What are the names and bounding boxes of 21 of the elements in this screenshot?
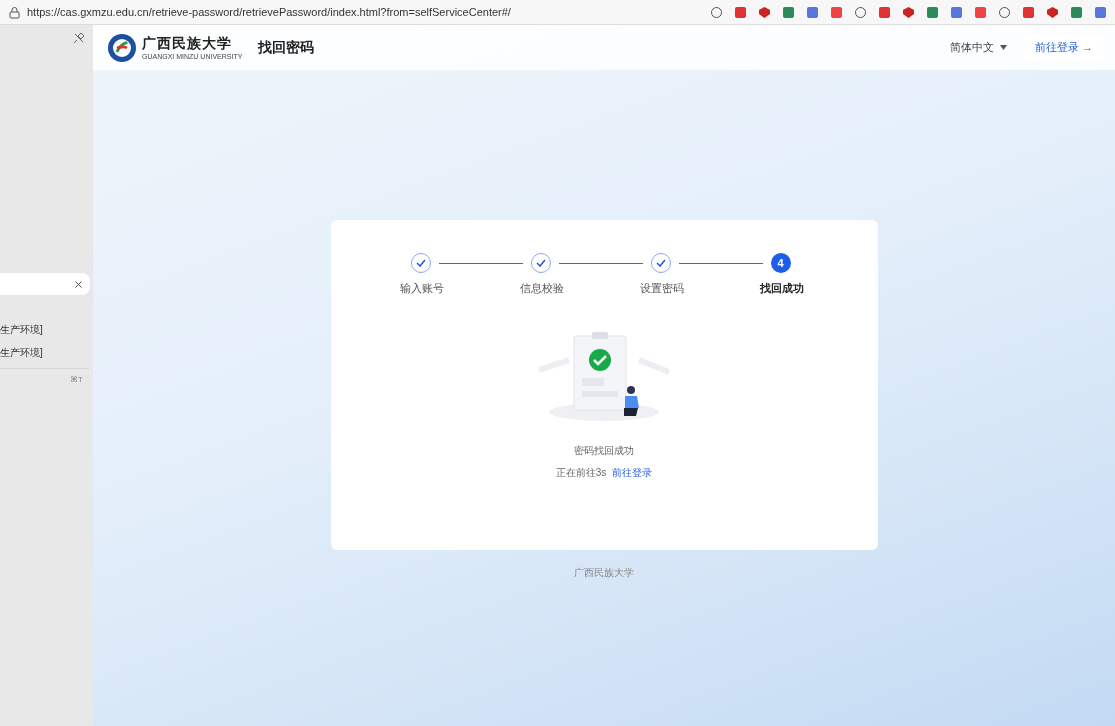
login-link[interactable]: 前往登录 <box>612 466 653 480</box>
footer-text: 广西民族大学 <box>574 566 634 580</box>
page-title: 找回密码 <box>258 38 315 57</box>
shortcut-label: ⌘T <box>70 375 83 384</box>
step-label: 设置密码 <box>638 281 685 296</box>
university-emblem-icon <box>107 32 137 63</box>
caret-icon <box>999 45 1007 50</box>
sidebar-item[interactable]: 生产环境] <box>0 346 93 360</box>
lock-icon <box>8 5 21 19</box>
unpin-icon[interactable] <box>72 31 86 45</box>
search-field[interactable] <box>0 273 90 295</box>
close-icon[interactable] <box>75 280 82 288</box>
step-label: 输入账号 <box>398 281 445 296</box>
step-label: 信息校验 <box>518 281 565 296</box>
logo-name: 广西民族大学 <box>142 35 233 53</box>
step-number: 4 <box>770 253 791 273</box>
success-message: 密码找回成功 <box>574 444 634 458</box>
sidebar-item[interactable]: 生产环境] <box>0 323 93 337</box>
language-dropdown[interactable]: 简体中文 <box>943 39 1013 56</box>
step-label: 找回成功 <box>758 281 805 296</box>
redirect-countdown: 正在前往3s <box>555 466 607 480</box>
